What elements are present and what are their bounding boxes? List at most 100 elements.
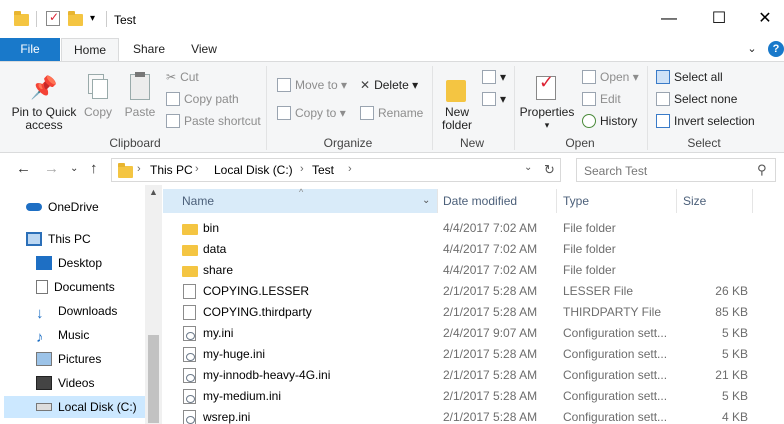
- table-row[interactable]: data 4/4/2017 7:02 AM File folder: [163, 239, 784, 260]
- pin-to-quick-access-button[interactable]: 📌 Pin to Quick access: [8, 70, 80, 132]
- table-row[interactable]: my-innodb-heavy-4G.ini 2/1/2017 5:28 AM Co…: [163, 365, 784, 386]
- cut-label: Cut: [180, 70, 199, 84]
- column-header-name[interactable]: Name ^ ⌄: [163, 187, 437, 213]
- table-row[interactable]: COPYING.thirdparty 2/1/2017 5:28 AM THIRDP…: [163, 302, 784, 323]
- scrollbar-thumb[interactable]: [148, 335, 159, 423]
- nav-item-downloads[interactable]: ↓ Downloads: [36, 300, 117, 322]
- help-icon[interactable]: ?: [768, 41, 784, 57]
- customize-quick-access-icon[interactable]: ▾: [90, 13, 106, 31]
- expand-ribbon-icon[interactable]: ⌄: [744, 38, 760, 61]
- address-bar[interactable]: › This PC › Local Disk (C:) › Test › ⌄ ↻: [111, 158, 561, 182]
- file-name: bin: [203, 221, 220, 235]
- divider: [106, 11, 107, 27]
- divider: [556, 189, 557, 213]
- paste-shortcut-icon: [166, 114, 180, 128]
- nav-item-local-disk[interactable]: Local Disk (C:): [4, 396, 145, 418]
- new-folder-quick-icon[interactable]: [68, 10, 84, 28]
- table-row[interactable]: wsrep.ini 2/1/2017 5:28 AM Configuration s…: [163, 407, 784, 424]
- divider: [752, 189, 753, 213]
- select-none-button[interactable]: Select none: [656, 90, 737, 108]
- file-type: File folder: [563, 221, 616, 235]
- search-placeholder: Search Test: [584, 164, 648, 178]
- file-name: my-medium.ini: [203, 389, 282, 403]
- nav-scrollbar[interactable]: ▲: [145, 185, 162, 424]
- cut-button[interactable]: ✂ Cut: [166, 68, 199, 86]
- up-arrow-icon[interactable]: ↑: [90, 160, 98, 177]
- search-icon[interactable]: ⚲: [757, 162, 767, 178]
- new-folder-button[interactable]: New folder: [436, 70, 478, 132]
- copy-to-label: Copy to: [295, 106, 337, 120]
- copy-path-button[interactable]: Copy path: [166, 90, 239, 108]
- forward-arrow-icon[interactable]: →: [44, 160, 59, 177]
- file-date: 4/4/2017 7:02 AM: [443, 263, 538, 277]
- table-row[interactable]: COPYING.LESSER 2/1/2017 5:28 AM LESSER Fil…: [163, 281, 784, 302]
- nav-item-music[interactable]: ♪ Music: [36, 324, 89, 346]
- table-row[interactable]: my-medium.ini 2/1/2017 5:28 AM Configurati…: [163, 386, 784, 407]
- breadcrumb-chevron-icon[interactable]: ›: [137, 163, 141, 175]
- address-history-chevron-icon[interactable]: ⌄: [524, 162, 532, 173]
- paste-button[interactable]: Paste: [122, 70, 158, 119]
- nav-item-documents[interactable]: Documents: [36, 276, 115, 298]
- properties-label: Properties: [519, 105, 575, 119]
- rename-icon: [360, 106, 374, 120]
- nav-label: Local Disk (C:): [58, 400, 137, 414]
- minimize-button[interactable]: —: [646, 0, 692, 38]
- nav-item-onedrive[interactable]: OneDrive: [26, 196, 99, 218]
- edit-icon: [582, 92, 596, 106]
- nav-label: Pictures: [58, 352, 102, 366]
- tab-share[interactable]: Share: [125, 38, 173, 61]
- paste-shortcut-button[interactable]: Paste shortcut: [166, 112, 261, 130]
- column-header-size[interactable]: Size: [683, 189, 743, 213]
- new-item-button[interactable]: ▾: [482, 68, 506, 86]
- copy-button[interactable]: Copy: [82, 70, 114, 119]
- folder-icon: [14, 10, 30, 28]
- properties-button[interactable]: ✓ Properties ▾: [518, 70, 576, 132]
- column-header-type[interactable]: Type: [563, 189, 663, 213]
- table-row[interactable]: my.ini 2/4/2017 9:07 AM Configuration sett…: [163, 323, 784, 344]
- film-icon: [36, 376, 52, 390]
- breadcrumb-chevron-icon[interactable]: ›: [195, 163, 199, 175]
- column-header-date[interactable]: Date modified: [443, 189, 553, 213]
- close-button[interactable]: ✕: [742, 0, 784, 38]
- column-filter-chevron-icon[interactable]: ⌄: [422, 189, 430, 213]
- file-type: File folder: [563, 263, 616, 277]
- breadcrumb-this-pc[interactable]: This PC: [150, 163, 193, 177]
- copy-to-button[interactable]: Copy to ▾: [277, 104, 346, 122]
- tab-file[interactable]: File: [0, 38, 60, 61]
- table-row[interactable]: my-huge.ini 2/1/2017 5:28 AM Configuration…: [163, 344, 784, 365]
- select-all-button[interactable]: Select all: [656, 68, 723, 86]
- rename-button[interactable]: Rename: [360, 104, 423, 122]
- breadcrumb-chevron-icon[interactable]: ›: [300, 163, 304, 175]
- tab-view[interactable]: View: [180, 38, 228, 61]
- settings-file-icon: [183, 347, 196, 362]
- breadcrumb-chevron-icon[interactable]: ›: [348, 163, 352, 175]
- tab-home[interactable]: Home: [61, 38, 119, 61]
- nav-item-videos[interactable]: Videos: [36, 372, 94, 394]
- move-to-button[interactable]: Move to ▾: [277, 76, 347, 94]
- group-label-organize: Organize: [323, 136, 373, 150]
- table-row[interactable]: share 4/4/2017 7:02 AM File folder: [163, 260, 784, 281]
- maximize-button[interactable]: ☐: [696, 0, 742, 38]
- invert-selection-button[interactable]: Invert selection: [656, 112, 755, 130]
- scroll-up-arrow-icon[interactable]: ▲: [149, 187, 158, 197]
- breadcrumb-test[interactable]: Test: [312, 163, 334, 177]
- documents-icon: [36, 280, 48, 294]
- refresh-icon[interactable]: ↻: [544, 162, 555, 178]
- table-row[interactable]: bin 4/4/2017 7:02 AM File folder: [163, 218, 784, 239]
- nav-item-this-pc[interactable]: This PC: [26, 228, 91, 250]
- history-button[interactable]: History: [582, 112, 637, 130]
- nav-item-pictures[interactable]: Pictures: [36, 348, 101, 370]
- properties-quick-icon[interactable]: ✓: [46, 10, 60, 26]
- breadcrumb-local-disk[interactable]: Local Disk (C:): [214, 163, 293, 177]
- file-date: 4/4/2017 7:02 AM: [443, 242, 538, 256]
- delete-button[interactable]: ✕ Delete ▾: [360, 76, 418, 94]
- edit-button[interactable]: Edit: [582, 90, 621, 108]
- copy-label: Copy: [83, 105, 112, 119]
- open-button[interactable]: Open ▾: [582, 68, 639, 86]
- nav-item-desktop[interactable]: Desktop: [36, 252, 102, 274]
- nav-label: Desktop: [58, 256, 103, 270]
- search-input[interactable]: Search Test ⚲: [576, 158, 776, 182]
- recent-locations-chevron-icon[interactable]: ⌄: [70, 163, 78, 174]
- back-arrow-icon[interactable]: ←: [16, 160, 31, 177]
- easy-access-button[interactable]: ▾: [482, 90, 506, 108]
